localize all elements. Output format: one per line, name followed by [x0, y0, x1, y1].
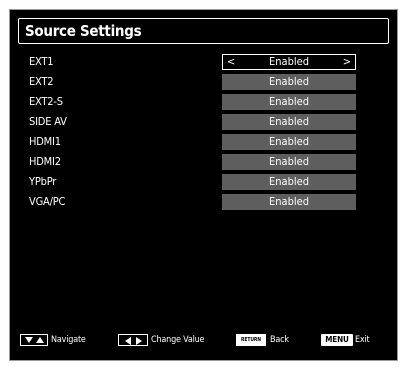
return-key-icon: RETURN [236, 334, 266, 346]
source-value-side-av[interactable]: Enabled [222, 114, 356, 130]
source-settings-screen: Source Settings EXT1 < Enabled > EXT2 En… [9, 9, 398, 361]
chevron-right-icon[interactable]: > [343, 55, 351, 69]
source-value-hdmi1[interactable]: Enabled [222, 134, 356, 150]
source-row-ext2[interactable]: EXT2 Enabled [10, 74, 397, 90]
source-value-ext1[interactable]: < Enabled > [222, 54, 356, 70]
chevron-left-icon[interactable]: < [227, 55, 235, 69]
source-label-side-av: SIDE AV [29, 115, 67, 128]
source-row-hdmi1[interactable]: HDMI1 Enabled [10, 134, 397, 150]
key-hint-bar: Navigate Change Value RETURN Back MENU E… [10, 334, 397, 350]
source-label-hdmi2: HDMI2 [29, 155, 61, 168]
source-row-ypbpr[interactable]: YPbPr Enabled [10, 174, 397, 190]
source-label-ext1: EXT1 [29, 55, 54, 68]
source-label-hdmi1: HDMI1 [29, 135, 61, 148]
source-value-vga-pc[interactable]: Enabled [222, 194, 356, 210]
source-label-ypbpr: YPbPr [29, 175, 57, 188]
page-title: Source Settings [25, 22, 142, 40]
source-value-ext2-s[interactable]: Enabled [222, 94, 356, 110]
left-right-arrows-icon [118, 334, 148, 346]
source-value-ypbpr[interactable]: Enabled [222, 174, 356, 190]
change-value-hint: Change Value [151, 335, 205, 345]
up-down-arrows-icon [20, 334, 48, 346]
navigate-hint: Navigate [51, 335, 86, 345]
source-value-text: Enabled [269, 55, 309, 68]
source-row-ext2-s[interactable]: EXT2-S Enabled [10, 94, 397, 110]
source-value-ext2[interactable]: Enabled [222, 74, 356, 90]
back-hint: Back [270, 335, 289, 345]
source-row-side-av[interactable]: SIDE AV Enabled [10, 114, 397, 130]
source-row-ext1[interactable]: EXT1 < Enabled > [10, 54, 397, 70]
source-label-ext2: EXT2 [29, 75, 54, 88]
title-bar: Source Settings [18, 18, 389, 44]
source-label-ext2-s: EXT2-S [29, 95, 63, 108]
source-row-vga-pc[interactable]: VGA/PC Enabled [10, 194, 397, 210]
exit-hint: Exit [355, 335, 370, 345]
source-label-vga-pc: VGA/PC [29, 195, 66, 208]
source-row-hdmi2[interactable]: HDMI2 Enabled [10, 154, 397, 170]
source-value-hdmi2[interactable]: Enabled [222, 154, 356, 170]
menu-key-icon: MENU [321, 334, 353, 346]
